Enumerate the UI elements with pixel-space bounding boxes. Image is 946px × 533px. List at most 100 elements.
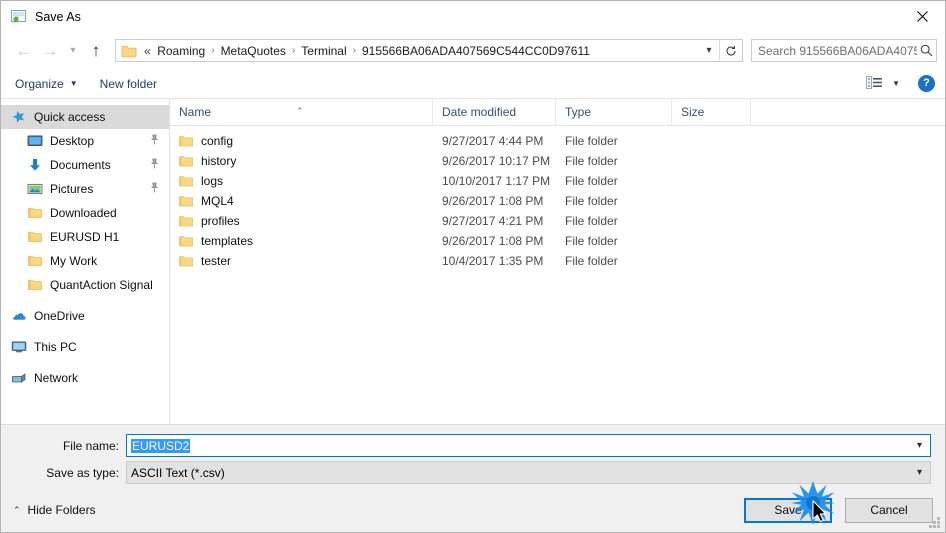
breadcrumb-item-metaquotes[interactable]: MetaQuotes (218, 44, 289, 58)
sidebar-item-my-work[interactable]: My Work (1, 249, 169, 273)
chevron-down-icon[interactable]: ▾ (699, 40, 719, 61)
save-as-type-select[interactable]: ASCII Text (*.csv) ▾ (126, 461, 931, 484)
refresh-icon[interactable] (719, 40, 742, 61)
file-type-cell: File folder (565, 214, 618, 228)
file-name-label: history (201, 154, 237, 168)
sidebar-item-label: Downloaded (50, 206, 117, 220)
sidebar-item-label: EURUSD H1 (50, 230, 120, 244)
file-name-label: templates (201, 234, 254, 248)
file-name-label: tester (201, 254, 232, 268)
save-as-dialog: Save As ← → ▾ ↑ « Roaming › MetaQuotes ›… (0, 0, 946, 533)
file-name-value[interactable]: EURUSD2 (131, 438, 191, 453)
sidebar-item-documents[interactable]: Documents (1, 153, 169, 177)
sidebar-item-this-pc[interactable]: This PC (1, 335, 169, 359)
table-row[interactable]: templates 9/26/2017 1:08 PM File folder (170, 231, 945, 251)
new-folder-button[interactable]: New folder (100, 77, 157, 91)
sidebar-item-label: Desktop (50, 134, 95, 148)
folder-icon (27, 205, 43, 221)
breadcrumb-overflow[interactable]: « (140, 44, 154, 58)
back-arrow-icon[interactable]: ← (11, 38, 37, 64)
title-bar: Save As (1, 1, 945, 32)
sidebar-item-quantaction-signal[interactable]: QuantAction Signal (1, 273, 169, 297)
search-box[interactable]: Search 915566BA06ADA40756... (751, 39, 937, 62)
save-button[interactable]: Save (744, 497, 832, 523)
help-button[interactable]: ? (918, 75, 935, 92)
sidebar-item-label: Pictures (50, 182, 94, 196)
view-mode-icon[interactable] (866, 75, 883, 92)
desktop-icon (27, 133, 43, 149)
search-input[interactable]: Search 915566BA06ADA40756... (752, 44, 917, 58)
file-name-cell[interactable]: templates (170, 234, 433, 248)
table-row[interactable]: config 9/27/2017 4:44 PM File folder (170, 131, 945, 151)
address-bar[interactable]: « Roaming › MetaQuotes › Terminal › 9155… (115, 39, 743, 62)
sidebar-item-network[interactable]: Network (1, 366, 169, 390)
column-header-date-modified[interactable]: Date modified (433, 99, 556, 125)
chevron-down-icon[interactable]: ▾ (909, 467, 930, 478)
save-as-type-value[interactable]: ASCII Text (*.csv) (127, 466, 909, 480)
table-row[interactable]: MQL4 9/26/2017 1:08 PM File folder (170, 191, 945, 211)
file-name-label: logs (201, 174, 224, 188)
folder-icon (27, 277, 43, 293)
file-type-cell: File folder (565, 174, 618, 188)
recent-locations-icon[interactable]: ▾ (63, 38, 83, 64)
hide-folders-label: Hide Folders (27, 503, 96, 517)
forward-arrow-icon[interactable]: → (37, 38, 63, 64)
sidebar-item-quick-access[interactable]: Quick access (1, 105, 169, 129)
table-row[interactable]: tester 10/4/2017 1:35 PM File folder (170, 251, 945, 271)
breadcrumb-item-roaming[interactable]: Roaming (154, 44, 208, 58)
organize-button[interactable]: Organize ▼ (15, 77, 78, 91)
folder-icon (121, 44, 137, 58)
column-header-size[interactable]: Size (672, 99, 751, 125)
column-header-name[interactable]: Name ⌃ (170, 99, 433, 125)
sort-ascending-icon: ⌃ (296, 106, 304, 116)
breadcrumb-separator[interactable]: › (208, 45, 217, 56)
file-name-row: File name: EURUSD2 ▾ (1, 434, 945, 457)
folder-icon (179, 215, 193, 227)
file-name-cell[interactable]: history (170, 154, 433, 168)
chevron-down-icon[interactable]: ▼ (892, 79, 900, 88)
cancel-button[interactable]: Cancel (845, 497, 933, 523)
table-row[interactable]: profiles 9/27/2017 4:21 PM File folder (170, 211, 945, 231)
breadcrumb-item-terminal[interactable]: Terminal (298, 44, 349, 58)
file-type-cell: File folder (565, 154, 618, 168)
column-header-type[interactable]: Type (556, 99, 672, 125)
file-name-input[interactable]: EURUSD2 ▾ (126, 434, 931, 457)
search-icon[interactable] (917, 44, 937, 57)
sidebar-item-eurusd-h1[interactable]: EURUSD H1 (1, 225, 169, 249)
footer-buttons: Save Cancel (744, 497, 933, 523)
table-row[interactable]: history 9/26/2017 10:17 PM File folder (170, 151, 945, 171)
file-name-value-wrap[interactable]: EURUSD2 (127, 438, 909, 453)
breadcrumb-separator[interactable]: › (350, 45, 359, 56)
sidebar-item-pictures[interactable]: Pictures (1, 177, 169, 201)
close-button[interactable] (899, 1, 945, 32)
sidebar-item-downloaded[interactable]: Downloaded (1, 201, 169, 225)
chevron-down-icon[interactable]: ▾ (909, 440, 930, 451)
file-list-pane: Name ⌃ Date modified Type Size config 9/… (170, 99, 945, 424)
file-name-cell[interactable]: tester (170, 254, 433, 268)
dialog-footer: ⌃ Hide Folders Save Cancel (1, 488, 945, 532)
breadcrumb: « Roaming › MetaQuotes › Terminal › 9155… (140, 44, 699, 58)
breadcrumb-separator[interactable]: › (289, 45, 298, 56)
file-name-cell[interactable]: logs (170, 174, 433, 188)
pin-icon[interactable] (150, 134, 159, 148)
view-mode-button[interactable]: ▼ (866, 75, 900, 92)
file-name-cell[interactable]: MQL4 (170, 194, 433, 208)
pin-icon[interactable] (150, 182, 159, 196)
folder-icon (179, 175, 193, 187)
hide-folders-button[interactable]: ⌃ Hide Folders (13, 503, 96, 517)
folder-icon (179, 255, 193, 267)
sidebar-item-label: OneDrive (34, 309, 85, 323)
dialog-body: Quick access Desktop Documents Pictures … (1, 99, 945, 424)
sidebar-item-onedrive[interactable]: OneDrive (1, 304, 169, 328)
up-arrow-icon[interactable]: ↑ (83, 38, 109, 64)
file-name-cell[interactable]: config (170, 134, 433, 148)
window-title: Save As (35, 9, 81, 24)
pin-icon[interactable] (150, 158, 159, 172)
sidebar-item-desktop[interactable]: Desktop (1, 129, 169, 153)
file-name-cell[interactable]: profiles (170, 214, 433, 228)
table-row[interactable]: logs 10/10/2017 1:17 PM File folder (170, 171, 945, 191)
resize-grip[interactable] (929, 517, 941, 529)
breadcrumb-item-terminal-id[interactable]: 915566BA06ADA407569C544CC0D97611 (359, 44, 593, 58)
file-name-label: MQL4 (201, 194, 234, 208)
network-icon (11, 370, 27, 386)
